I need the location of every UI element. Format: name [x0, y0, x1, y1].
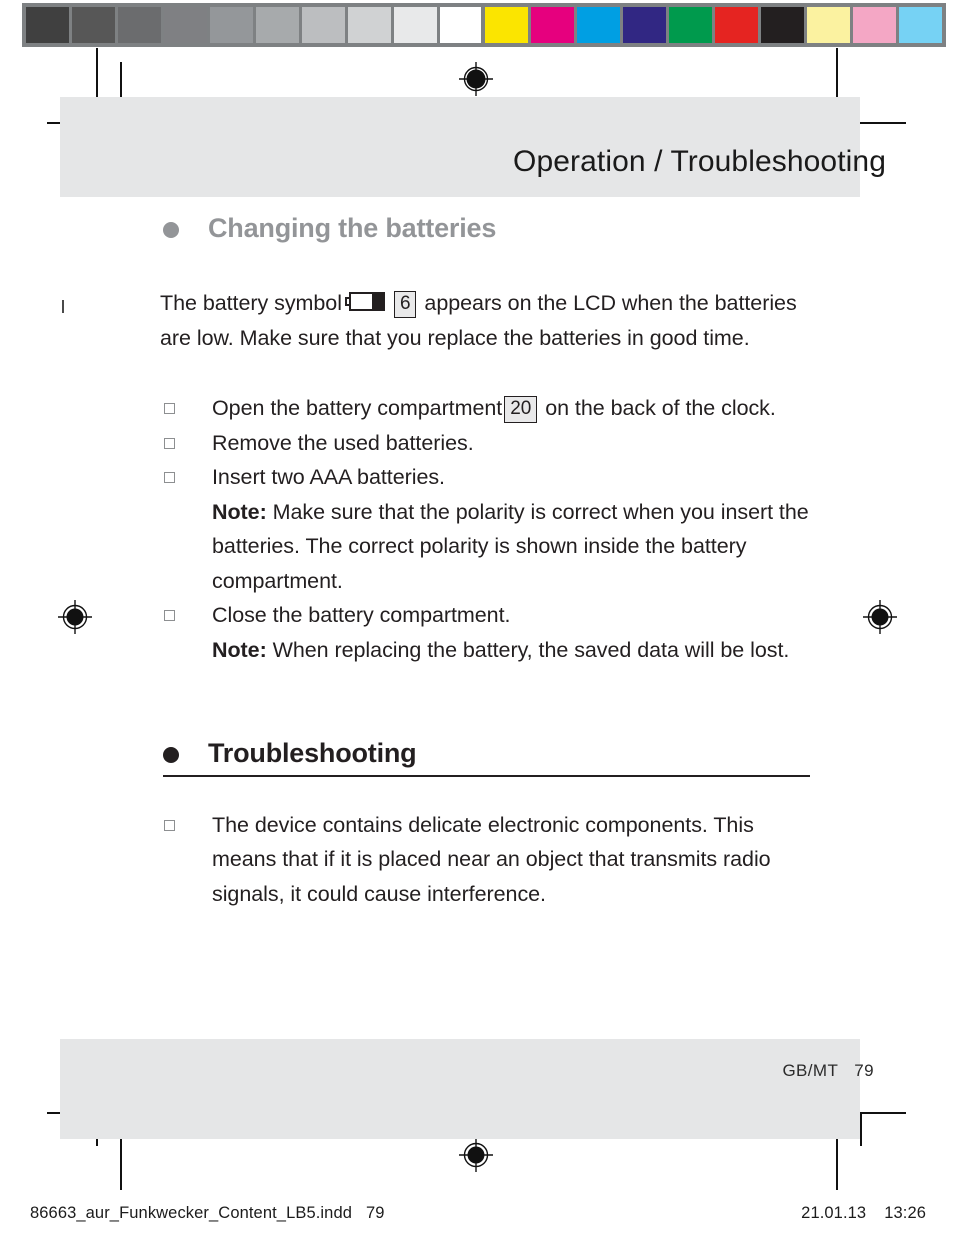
registration-target-top [459, 62, 493, 96]
grayscale-calibration-bar [22, 3, 487, 47]
intro-text-before: The battery symbol [160, 291, 342, 316]
note-text: Make sure that the polarity is correct w… [212, 499, 809, 593]
gray-swatch-6 [302, 7, 345, 43]
section-heading-label: Changing the batteries [208, 213, 497, 243]
list-item-text: Remove the used batteries. [212, 430, 474, 455]
indd-page-number: 79 [366, 1204, 385, 1222]
bullet-dot-icon [163, 747, 179, 764]
reference-number-20: 20 [504, 396, 538, 424]
registration-target-left [58, 600, 92, 634]
section-heading-label: Troubleshooting [208, 738, 417, 769]
registration-target-bottom [459, 1138, 493, 1172]
color-swatch-8 [853, 7, 896, 43]
list-item-text: Insert two AAA batteries. [212, 465, 445, 490]
note-label: Note: [212, 499, 267, 524]
square-bullet-icon [164, 819, 175, 831]
footer-band [60, 1039, 860, 1139]
list-item-text-after-ref: on the back of the clock. [545, 396, 776, 421]
battery-fill [371, 294, 383, 310]
footer-locale: GB/MT [782, 1061, 839, 1080]
crop-mark-bottom-right-h [858, 1112, 906, 1114]
section-heading-changing-the-batteries: Changing the batteries [160, 212, 810, 244]
indd-filename: 86663_aur_Funkwecker_Content_LB5.indd [30, 1204, 353, 1222]
list-item: Insert two AAA batteries. Note: Make sur… [160, 460, 810, 598]
print-metadata-right: 21.01.13 13:26 [801, 1204, 926, 1223]
gray-swatch-5 [256, 7, 299, 43]
color-swatch-2 [577, 7, 620, 43]
registration-target-right [863, 600, 897, 634]
square-bullet-icon [164, 403, 175, 415]
gray-swatch-0 [26, 7, 69, 43]
battery-steps-list: Open the battery compartment 20 on the ba… [160, 391, 810, 667]
reference-number-6: 6 [393, 291, 417, 319]
footer-page-number: 79 [854, 1061, 874, 1080]
color-swatch-1 [531, 7, 574, 43]
color-swatch-0 [485, 7, 528, 43]
battery-low-icon [344, 292, 385, 312]
print-time: 13:26 [884, 1204, 926, 1222]
color-swatch-9 [899, 7, 942, 43]
list-item: Remove the used batteries. [160, 426, 810, 461]
section-heading-troubleshooting: Troubleshooting [160, 737, 810, 777]
square-bullet-icon [164, 610, 175, 622]
color-calibration-bar [481, 3, 946, 47]
gray-swatch-7 [348, 7, 391, 43]
list-item: Open the battery compartment 20 on the ba… [160, 391, 810, 426]
note-text: When replacing the battery, the saved da… [272, 637, 790, 662]
list-item: Close the battery compartment. Note: Whe… [160, 598, 810, 667]
list-item: The device contains delicate electronic … [160, 808, 810, 912]
square-bullet-icon [164, 472, 175, 484]
page-title: Operation / Troubleshooting [513, 145, 886, 178]
intro-paragraph: The battery symbol 6 appears on the LCD … [160, 286, 800, 355]
color-swatch-3 [623, 7, 666, 43]
gray-swatch-3 [164, 7, 207, 43]
document-page: Operation / Troubleshooting Changing the… [0, 0, 954, 1235]
list-item-text: The device contains delicate electronic … [212, 812, 771, 906]
list-item-text-before-ref: Open the battery compartment [212, 396, 503, 421]
gray-swatch-4 [210, 7, 253, 43]
footer-page-info: GB/MT 79 [782, 1061, 874, 1081]
print-metadata-left: 86663_aur_Funkwecker_Content_LB5.indd 79 [30, 1204, 385, 1223]
note-label: Note: [212, 637, 267, 662]
gray-swatch-2 [118, 7, 161, 43]
list-item-text: Close the battery compartment. [212, 603, 511, 628]
heading-underline [163, 774, 810, 777]
color-swatch-6 [761, 7, 804, 43]
color-swatch-5 [715, 7, 758, 43]
print-date: 21.01.13 [801, 1204, 867, 1222]
gray-swatch-1 [72, 7, 115, 43]
gray-swatch-9 [440, 7, 483, 43]
square-bullet-icon [164, 437, 175, 449]
color-swatch-7 [807, 7, 850, 43]
margin-tick-mark [62, 300, 64, 313]
color-swatch-4 [669, 7, 712, 43]
crop-mark-top-right-h [858, 122, 906, 124]
bullet-dot-icon [163, 222, 179, 238]
troubleshooting-list: The device contains delicate electronic … [160, 808, 810, 912]
page-content: Changing the batteries The battery symbo… [160, 212, 810, 911]
gray-swatch-8 [394, 7, 437, 43]
crop-mark-bottom-right-v2 [860, 1112, 862, 1146]
